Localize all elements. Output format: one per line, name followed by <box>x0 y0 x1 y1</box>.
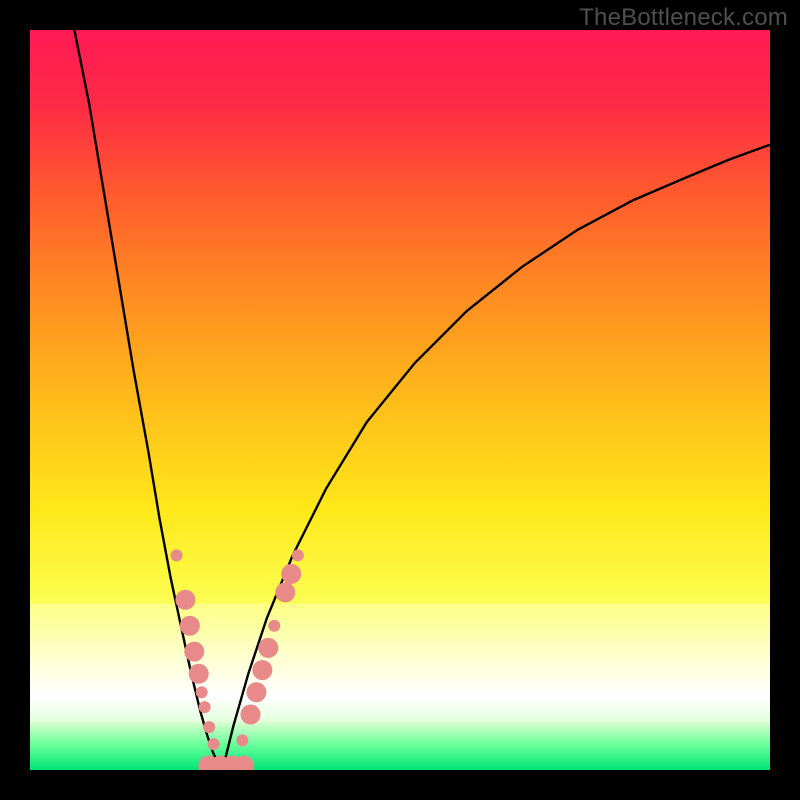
data-marker <box>199 701 211 713</box>
data-marker <box>184 642 204 662</box>
data-marker <box>281 564 301 584</box>
data-marker <box>175 590 195 610</box>
data-marker <box>258 638 278 658</box>
data-marker <box>246 682 266 702</box>
watermark-text: TheBottleneck.com <box>579 4 788 32</box>
data-marker <box>241 705 261 725</box>
right-curve <box>222 145 770 770</box>
data-marker <box>171 549 183 561</box>
plot-area <box>30 30 770 770</box>
data-marker <box>252 660 272 680</box>
chart-frame: TheBottleneck.com <box>0 0 800 800</box>
data-marker <box>189 664 209 684</box>
data-marker <box>268 620 280 632</box>
data-marker <box>203 721 215 733</box>
data-markers <box>171 549 304 770</box>
data-marker <box>275 582 295 602</box>
data-marker <box>292 549 304 561</box>
data-marker <box>180 616 200 636</box>
curve-layer <box>30 30 770 770</box>
data-marker <box>236 734 248 746</box>
data-marker <box>196 686 208 698</box>
data-marker <box>208 738 220 750</box>
